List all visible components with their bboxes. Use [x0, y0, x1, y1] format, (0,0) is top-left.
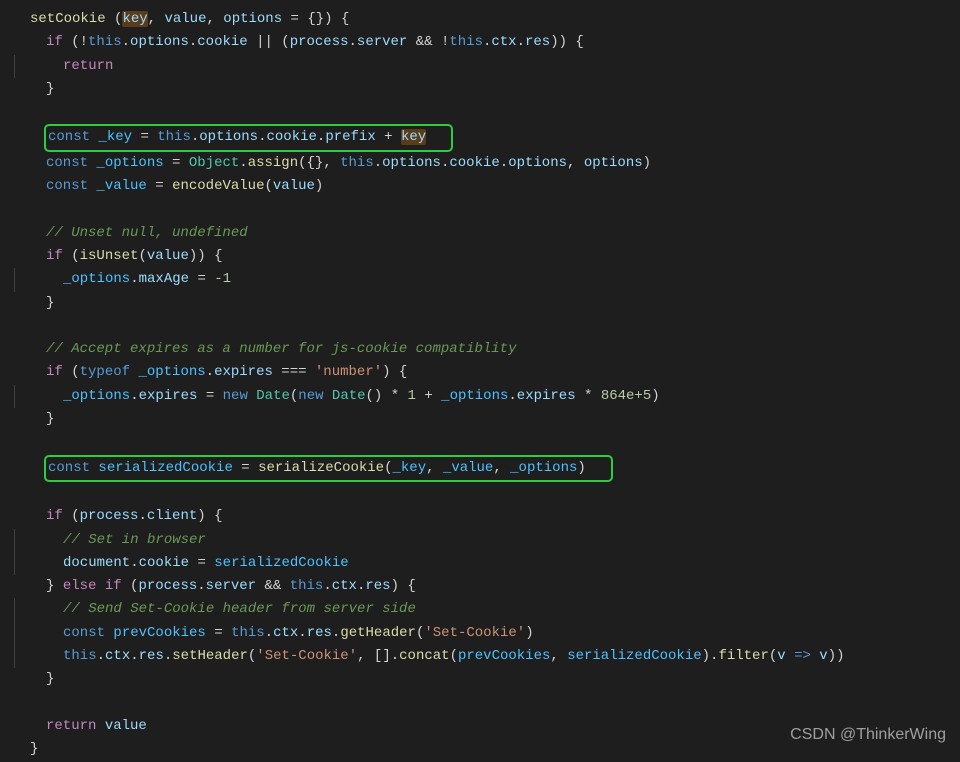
comment-line: // Unset null, undefined [14, 222, 960, 245]
highlighted-line-1: const _key = this.options.cookie.prefix … [14, 124, 960, 151]
comment-line: // Accept expires as a number for js-coo… [14, 338, 960, 361]
code-line: } [14, 78, 960, 101]
blank-line [14, 482, 960, 505]
code-line: } else if (process.server && this.ctx.re… [14, 575, 960, 598]
code-line: setCookie (key, value, options = {}) { [14, 8, 960, 31]
code-line: } [14, 292, 960, 315]
code-line: } [14, 408, 960, 431]
code-line: } [14, 668, 960, 691]
code-line: if (!this.options.cookie || (process.ser… [14, 31, 960, 54]
code-line: const prevCookies = this.ctx.res.getHead… [14, 622, 960, 645]
blank-line [14, 431, 960, 454]
highlighted-line-2: const serializedCookie = serializeCookie… [14, 455, 960, 482]
code-line: const _options = Object.assign({}, this.… [14, 152, 960, 175]
code-editor[interactable]: setCookie (key, value, options = {}) { i… [14, 8, 960, 762]
code-line: _options.expires = new Date(new Date() *… [14, 385, 960, 408]
code-line: const _value = encodeValue(value) [14, 175, 960, 198]
code-line: document.cookie = serializedCookie [14, 552, 960, 575]
code-line: return [14, 55, 960, 78]
watermark: CSDN @ThinkerWing [790, 723, 946, 746]
code-line: if (typeof _options.expires === 'number'… [14, 361, 960, 384]
blank-line [14, 101, 960, 124]
code-line: if (isUnset(value)) { [14, 245, 960, 268]
code-line: _options.maxAge = -1 [14, 268, 960, 291]
blank-line [14, 692, 960, 715]
blank-line [14, 315, 960, 338]
code-line: this.ctx.res.setHeader('Set-Cookie', [].… [14, 645, 960, 668]
blank-line [14, 198, 960, 221]
code-line: if (process.client) { [14, 505, 960, 528]
comment-line: // Set in browser [14, 529, 960, 552]
comment-line: // Send Set-Cookie header from server si… [14, 598, 960, 621]
